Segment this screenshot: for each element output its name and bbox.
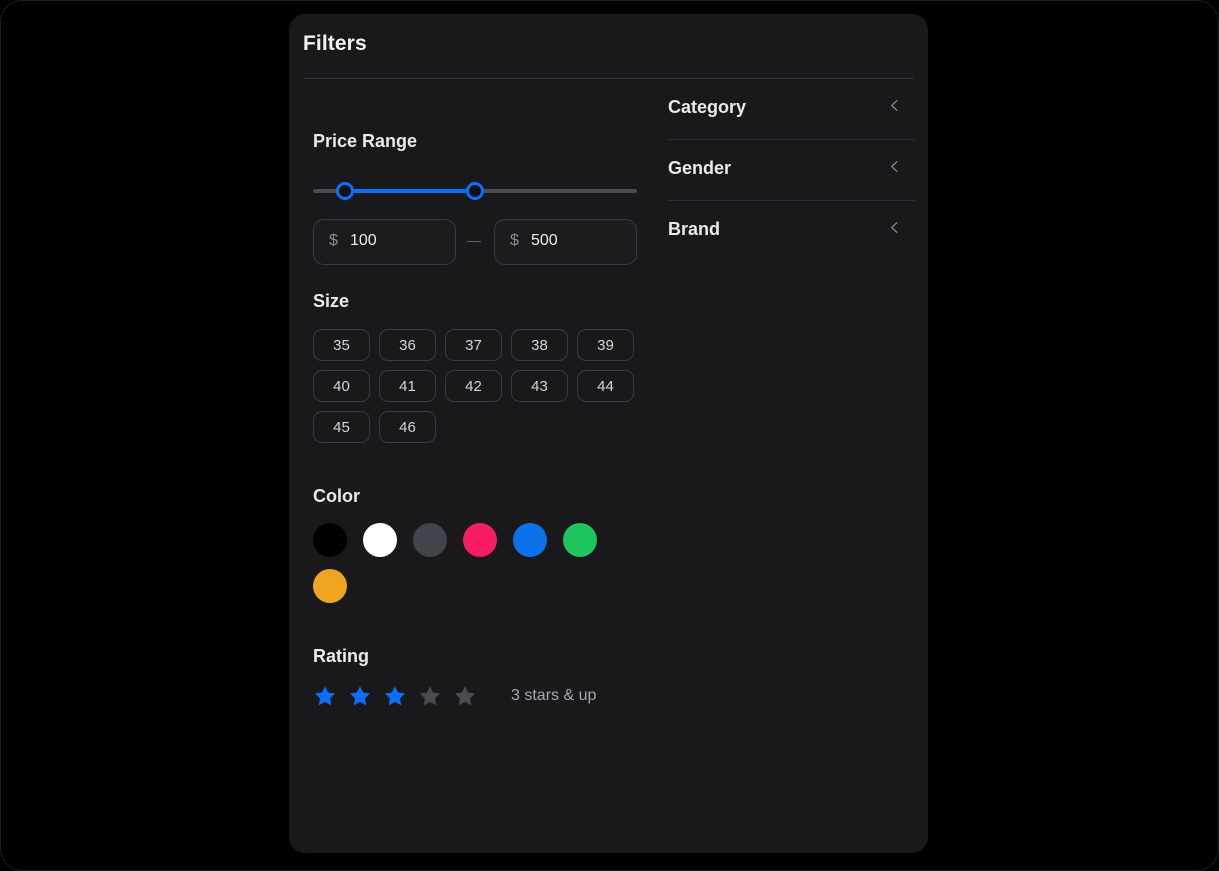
size-title: Size	[313, 291, 350, 311]
accordion-label: Gender	[668, 158, 732, 178]
slider-selected-range	[345, 189, 475, 193]
color-title: Color	[313, 486, 360, 506]
color-swatch-pink[interactable]	[463, 523, 497, 557]
accordion-item-brand[interactable]: Brand	[668, 201, 915, 262]
price-range-slider[interactable]	[313, 178, 637, 204]
size-chip[interactable]: 42	[445, 370, 502, 402]
color-swatch-black[interactable]	[313, 523, 347, 557]
size-chip[interactable]: 36	[379, 329, 436, 361]
size-chip[interactable]: 40	[313, 370, 370, 402]
size-chip[interactable]: 41	[379, 370, 436, 402]
price-min-value: 100	[350, 232, 377, 249]
size-chip[interactable]: 35	[313, 329, 370, 361]
rating-stars	[313, 684, 488, 708]
dollar-icon: $	[329, 232, 338, 249]
color-swatches-grid	[313, 523, 613, 603]
price-max-value: 500	[531, 232, 558, 249]
chevron-left-icon[interactable]	[888, 221, 901, 234]
star-empty-icon[interactable]	[453, 684, 477, 708]
chevron-left-icon[interactable]	[888, 160, 901, 173]
price-max-input[interactable]: $ 500	[494, 219, 637, 265]
star-filled-icon[interactable]	[313, 684, 337, 708]
size-chip[interactable]: 44	[577, 370, 634, 402]
size-chip[interactable]: 37	[445, 329, 502, 361]
filters-accordion: Category Gender Brand	[668, 79, 915, 262]
slider-handle-min[interactable]	[336, 182, 355, 200]
color-swatch-white[interactable]	[363, 523, 397, 557]
rating-stars-row: 3 stars & up	[313, 684, 596, 708]
dollar-icon: $	[510, 232, 519, 249]
price-min-input[interactable]: $ 100	[313, 219, 456, 265]
chevron-left-icon[interactable]	[888, 99, 901, 112]
price-inputs-row: $ 100 $ 500	[313, 219, 648, 265]
size-chip[interactable]: 38	[511, 329, 568, 361]
price-range-separator	[467, 241, 481, 242]
accordion-label: Category	[668, 97, 747, 117]
size-chip[interactable]: 45	[313, 411, 370, 443]
size-chip[interactable]: 46	[379, 411, 436, 443]
star-empty-icon[interactable]	[418, 684, 442, 708]
accordion-label: Brand	[668, 219, 721, 239]
star-filled-icon[interactable]	[383, 684, 407, 708]
size-chip[interactable]: 43	[511, 370, 568, 402]
panel-header: Filters	[289, 14, 928, 79]
color-swatch-green[interactable]	[563, 523, 597, 557]
accordion-item-gender[interactable]: Gender	[668, 140, 915, 201]
app-viewport: Filters Price Range $ 100 $ 500 Size 35 …	[0, 0, 1219, 871]
size-chip[interactable]: 39	[577, 329, 634, 361]
filters-panel: Filters Price Range $ 100 $ 500 Size 35 …	[289, 14, 928, 853]
slider-handle-max[interactable]	[466, 182, 484, 200]
star-filled-icon[interactable]	[348, 684, 372, 708]
rating-title: Rating	[313, 646, 369, 666]
price-range-title: Price Range	[313, 131, 418, 151]
rating-label: 3 stars & up	[511, 687, 597, 704]
color-swatch-gray[interactable]	[413, 523, 447, 557]
color-swatch-orange[interactable]	[313, 569, 347, 603]
size-options-grid: 35 36 37 38 39 40 41 42 43 44 45 46	[313, 329, 648, 443]
page-title: Filters	[303, 32, 367, 55]
accordion-item-category[interactable]: Category	[668, 79, 915, 140]
color-swatch-blue[interactable]	[513, 523, 547, 557]
panel-body: Price Range $ 100 $ 500 Size 35 36 37 38…	[289, 79, 928, 853]
